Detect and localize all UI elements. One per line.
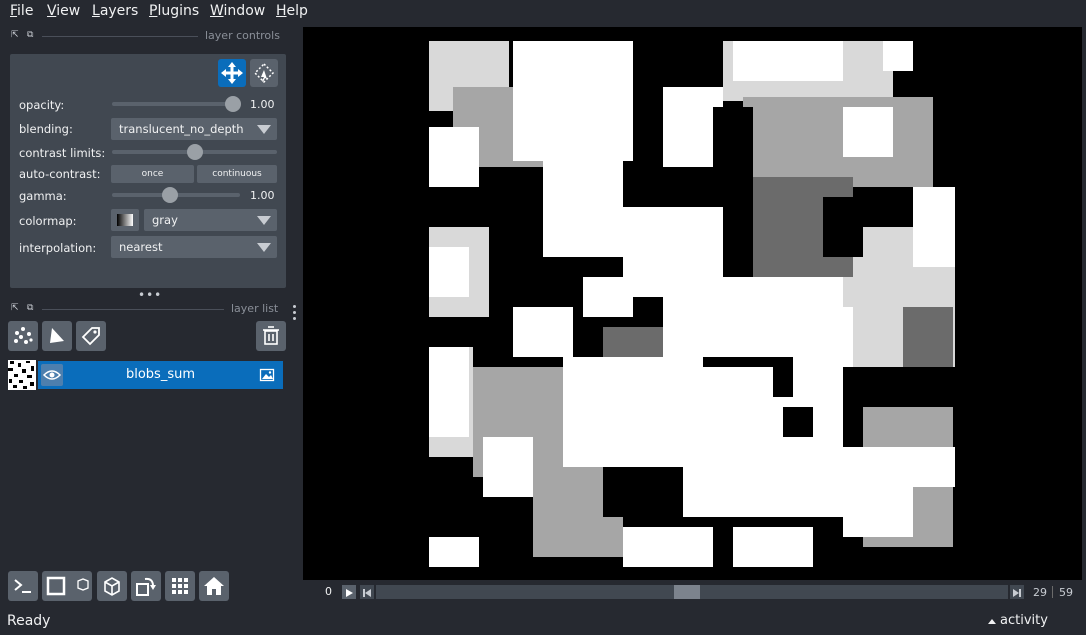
roll-dims-button[interactable] — [97, 571, 127, 601]
transform-button[interactable] — [250, 59, 278, 87]
step-forward-button[interactable] — [1010, 585, 1024, 599]
grid-icon — [172, 578, 188, 594]
blending-label: blending: — [19, 122, 73, 136]
auto-contrast-continuous-button[interactable]: continuous — [197, 165, 277, 183]
contrast-limits-label: contrast limits: — [19, 146, 106, 160]
gamma-slider-handle[interactable] — [162, 187, 178, 203]
play-button[interactable] — [342, 585, 356, 599]
play-icon — [346, 589, 353, 597]
colormap-label: colormap: — [19, 214, 77, 228]
blending-value: translucent_no_depth — [119, 122, 244, 136]
close-dock-icon[interactable]: ⧉ — [27, 303, 33, 313]
new-shapes-button[interactable] — [42, 321, 72, 351]
label-tag-icon — [81, 327, 100, 346]
layer-controls-title: layer controls — [205, 29, 280, 42]
opacity-value: 1.00 — [250, 98, 275, 111]
dims-start-label: 0 — [325, 585, 332, 598]
dims-current-value[interactable]: 29 — [1033, 586, 1047, 599]
dims-max-value: 59 — [1059, 586, 1073, 599]
gradient-swatch — [117, 214, 133, 226]
points-icon — [14, 327, 33, 344]
contrast-limits-handle[interactable] — [187, 144, 203, 160]
opacity-label: opacity: — [19, 98, 65, 112]
blobs-image — [429, 41, 955, 567]
float-icon[interactable]: ⇱ — [11, 30, 19, 40]
rotate-icon — [136, 577, 156, 596]
layer-list-title: layer list — [231, 302, 279, 315]
menu-layers[interactable]: Layers — [92, 3, 138, 19]
grid-view-button[interactable] — [165, 571, 195, 601]
opacity-slider[interactable] — [112, 102, 236, 106]
home-button[interactable] — [199, 571, 229, 601]
divider — [42, 309, 224, 310]
gamma-label: gamma: — [19, 189, 67, 203]
menu-help[interactable]: Help — [276, 3, 308, 19]
transpose-button[interactable] — [131, 571, 161, 601]
chevron-down-icon — [257, 125, 271, 134]
activity-label: activity — [1000, 613, 1048, 628]
image-layer-icon — [259, 368, 275, 382]
square-cube-toggle-icon — [46, 576, 89, 596]
interpolation-dropdown[interactable]: nearest — [111, 236, 277, 258]
close-dock-icon[interactable]: ⧉ — [27, 30, 33, 40]
menu-window[interactable]: Window — [210, 3, 265, 19]
step-back-button[interactable] — [360, 585, 374, 599]
layer-name: blobs_sum — [125, 367, 196, 382]
divider — [42, 36, 198, 37]
status-bar: Ready activity — [0, 608, 1086, 635]
cube-icon — [104, 577, 120, 596]
transform-icon — [253, 62, 275, 84]
viewer-canvas[interactable] — [303, 27, 1082, 580]
opacity-slider-handle[interactable] — [225, 96, 241, 112]
ndisplay-button[interactable] — [42, 571, 92, 601]
colormap-dropdown[interactable]: gray — [144, 209, 277, 231]
interpolation-value: nearest — [119, 240, 163, 254]
new-points-button[interactable] — [8, 321, 38, 351]
blobs-thumbnail-image — [8, 361, 34, 389]
divider — [1052, 586, 1053, 598]
vertical-dots-icon[interactable] — [293, 305, 297, 323]
colormap-value: gray — [152, 213, 178, 227]
colormap-preview — [111, 209, 139, 231]
shapes-icon — [50, 328, 64, 343]
console-button[interactable] — [8, 571, 38, 601]
layer-thumbnail — [8, 360, 36, 390]
menu-file[interactable]: File — [10, 3, 33, 19]
menu-view[interactable]: View — [47, 3, 80, 19]
blending-dropdown[interactable]: translucent_no_depth — [111, 118, 277, 140]
chevron-down-icon — [257, 243, 271, 252]
trash-icon — [263, 326, 279, 345]
interpolation-label: interpolation: — [19, 241, 97, 255]
delete-layer-button[interactable] — [256, 321, 286, 351]
menu-bar: File View Layers Plugins Window Help — [0, 0, 1086, 24]
gamma-value: 1.00 — [250, 189, 275, 202]
status-text: Ready — [7, 613, 51, 629]
terminal-icon — [14, 579, 31, 593]
new-labels-button[interactable] — [76, 321, 106, 351]
step-back-icon — [363, 589, 371, 597]
float-icon[interactable]: ⇱ — [11, 303, 19, 313]
pan-zoom-button[interactable] — [218, 59, 246, 87]
auto-contrast-label: auto-contrast: — [19, 167, 101, 181]
chevron-down-icon — [257, 216, 271, 225]
step-forward-icon — [1013, 589, 1021, 597]
home-icon — [204, 577, 224, 595]
splitter-handle[interactable]: ••• — [138, 289, 162, 301]
move-arrows-icon — [221, 62, 243, 84]
auto-contrast-once-button[interactable]: once — [111, 165, 194, 183]
dims-slider-handle[interactable] — [674, 585, 700, 599]
menu-plugins[interactable]: Plugins — [149, 3, 199, 19]
layer-item-blobs-sum[interactable]: blobs_sum — [38, 361, 283, 389]
caret-up-icon — [988, 619, 996, 624]
